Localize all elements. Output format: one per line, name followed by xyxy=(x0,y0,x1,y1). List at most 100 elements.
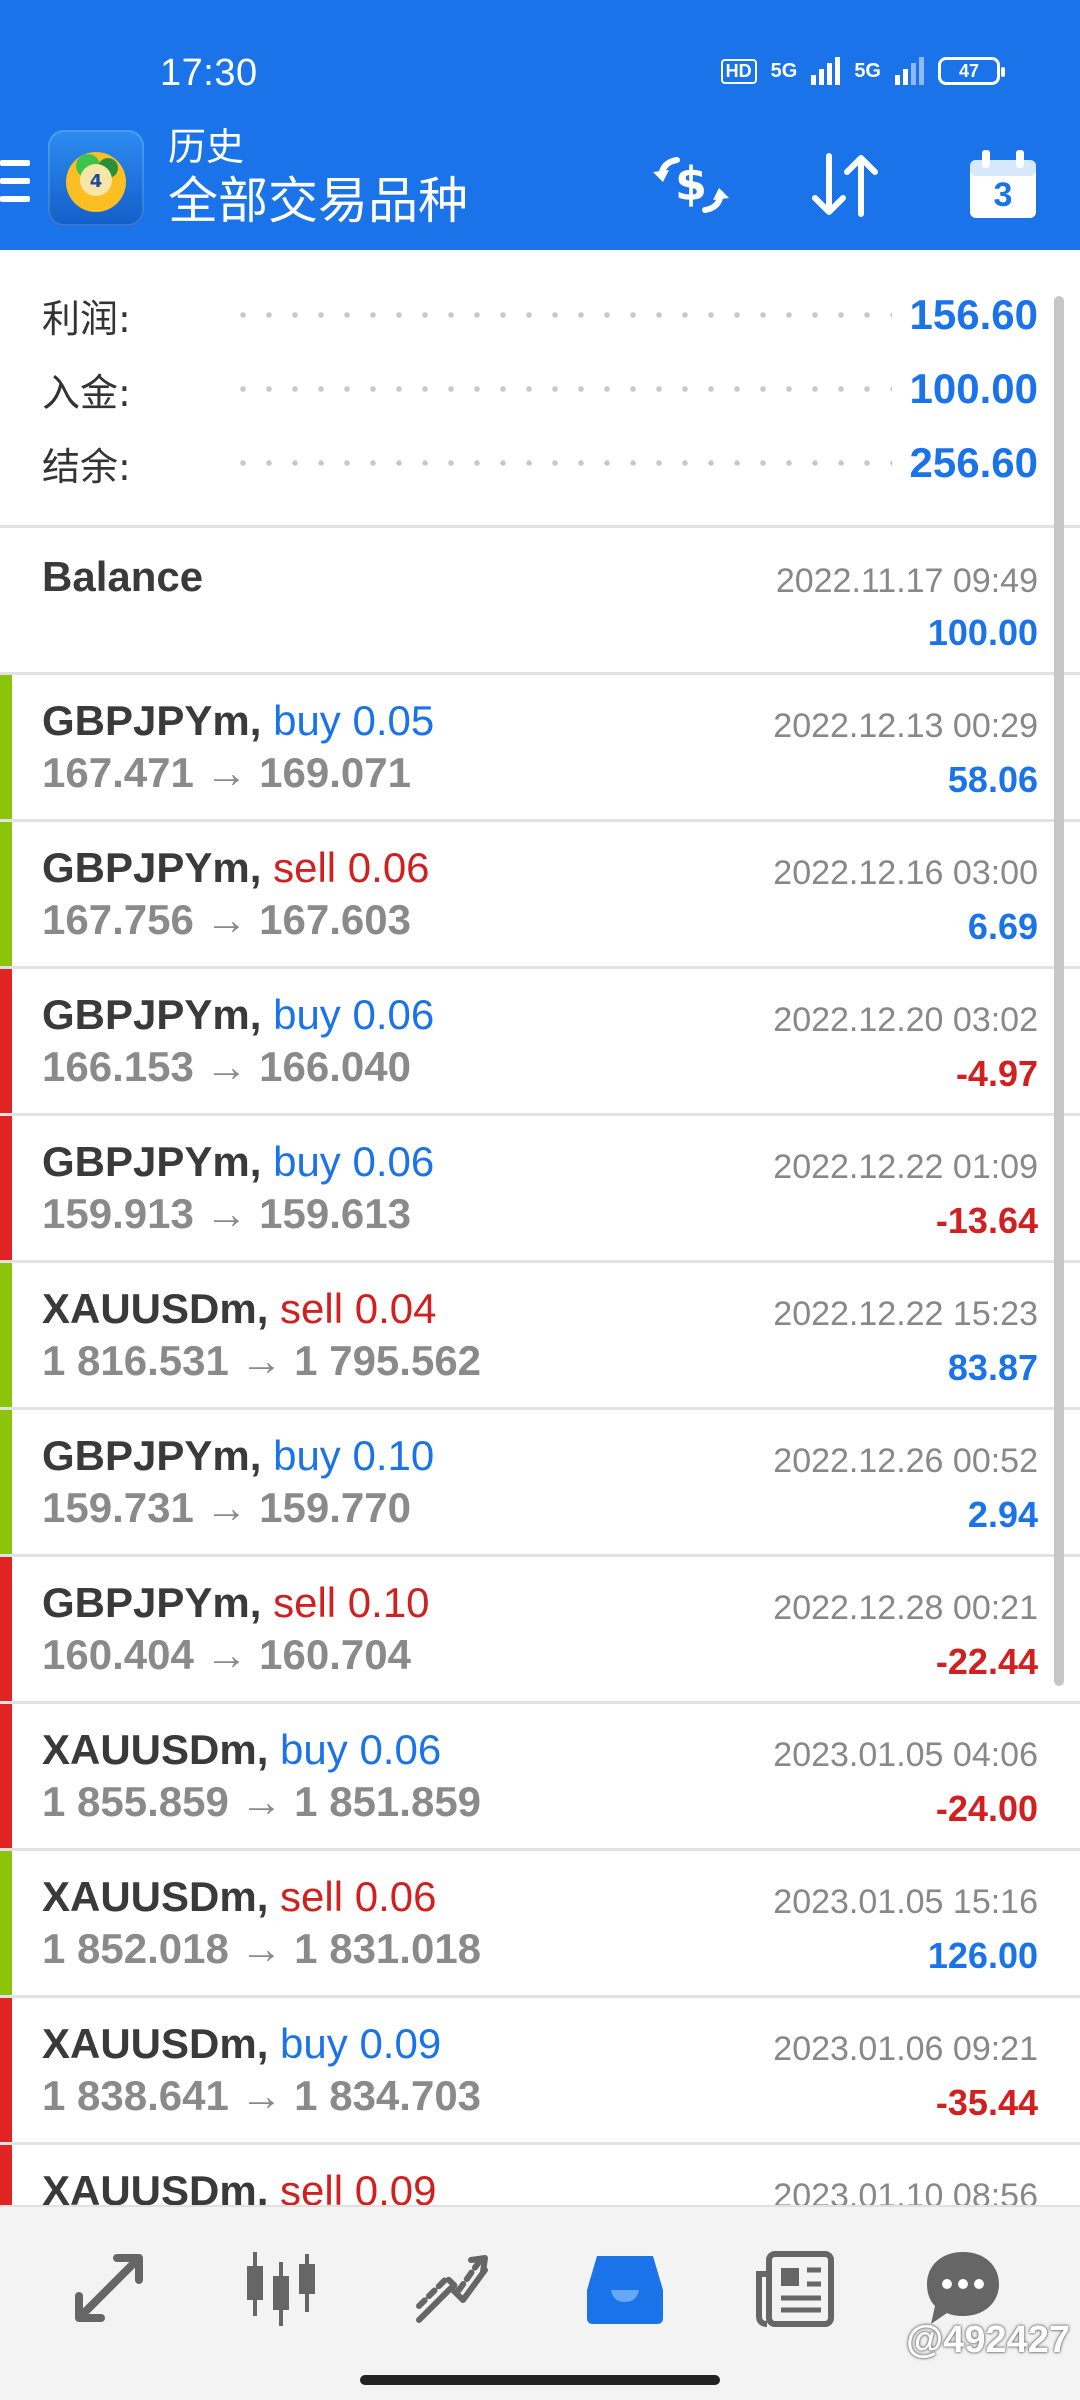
profit-indicator-bar xyxy=(0,1263,12,1407)
battery-level: 47 xyxy=(958,60,980,81)
trade-prices: 160.404 → 160.704 xyxy=(42,1631,411,1678)
dotted-leader xyxy=(230,428,892,498)
trade-symbol: XAUUSDm, xyxy=(42,1726,269,1773)
sort-icon[interactable] xyxy=(800,140,890,230)
trade-title: GBPJPYm, sell 0.06 xyxy=(42,844,430,892)
chart-icon[interactable] xyxy=(236,2243,326,2333)
trade-row[interactable]: GBPJPYm, sell 0.10 160.404 → 160.704 2022.… xyxy=(0,1557,1080,1704)
bottom-nav: @492427 xyxy=(0,2205,1080,2400)
scrollbar[interactable] xyxy=(1054,296,1064,1686)
status-time: 17:30 xyxy=(160,52,258,94)
trade-date: 2023.01.10 08:56 xyxy=(773,2177,1038,2205)
exchange-dollar-icon[interactable]: $ xyxy=(646,140,736,230)
balance-entry-amount: 100.00 xyxy=(927,612,1038,653)
home-indicator[interactable] xyxy=(360,2375,720,2385)
watermark: @492427 xyxy=(906,2319,1070,2361)
hd-badge: HD xyxy=(720,58,757,84)
profit-label: 利润: xyxy=(42,296,131,341)
trade-icon[interactable] xyxy=(408,2243,498,2333)
trade-symbol: GBPJPYm, xyxy=(42,1579,262,1626)
trade-row[interactable]: GBPJPYm, buy 0.05 167.471 → 169.071 2022.1… xyxy=(0,675,1080,822)
menu-icon[interactable] xyxy=(0,156,30,206)
trade-prices: 159.731 → 159.770 xyxy=(42,1484,411,1531)
svg-text:4: 4 xyxy=(90,171,103,192)
trade-title: XAUUSDm, buy 0.06 xyxy=(42,1726,441,1774)
trade-volume: 0.09 xyxy=(354,2167,437,2205)
trade-row[interactable]: GBPJPYm, buy 0.10 159.731 → 159.770 2022.1… xyxy=(0,1410,1080,1557)
calendar-day: 3 xyxy=(993,176,1013,214)
trade-symbol: XAUUSDm, xyxy=(42,1285,269,1332)
page-title[interactable]: 全部交易品种 xyxy=(168,170,468,232)
trade-date: 2022.12.22 15:23 xyxy=(773,1295,1038,1333)
profit-indicator-bar xyxy=(0,1851,12,1995)
trade-list[interactable]: GBPJPYm, buy 0.05 167.471 → 169.071 2022.1… xyxy=(0,675,1080,2205)
header: 17:30 HD 5G 5G 47 4 历史 全部交易品种 $ 3 xyxy=(0,0,1080,250)
trade-side: buy xyxy=(273,1138,341,1185)
balance-label: 结余: xyxy=(42,444,131,489)
trade-profit: 126.00 xyxy=(927,1935,1038,1976)
trade-profit: 6.69 xyxy=(967,906,1038,947)
trade-side: sell xyxy=(273,844,337,891)
balance-entry-date: 2022.11.17 09:49 xyxy=(775,562,1038,600)
trade-symbol: GBPJPYm, xyxy=(42,844,262,891)
summary-panel: 利润: 156.60 入金: 100.00 结余: 256.60 xyxy=(0,250,1080,528)
trade-row[interactable]: XAUUSDm, buy 0.09 1 838.641 → 1 834.703 20… xyxy=(0,1998,1080,2145)
trade-profit: 83.87 xyxy=(947,1347,1038,1388)
trade-title: GBPJPYm, buy 0.06 xyxy=(42,1138,434,1186)
trade-prices: 159.913 → 159.613 xyxy=(42,1190,411,1237)
trade-volume: 0.10 xyxy=(352,1432,435,1479)
trade-symbol: GBPJPYm, xyxy=(42,697,262,744)
trade-row[interactable]: XAUUSDm, buy 0.06 1 855.859 → 1 851.859 20… xyxy=(0,1704,1080,1851)
trade-symbol: GBPJPYm, xyxy=(42,1138,262,1185)
dotted-leader xyxy=(230,280,892,350)
trade-side: sell xyxy=(280,2167,344,2205)
trade-row[interactable]: GBPJPYm, buy 0.06 159.913 → 159.613 2022.1… xyxy=(0,1116,1080,1263)
trade-date: 2023.01.06 09:21 xyxy=(773,2030,1038,2068)
trade-volume: 0.09 xyxy=(359,2020,442,2067)
trade-symbol: GBPJPYm, xyxy=(42,991,262,1038)
profit-indicator-bar xyxy=(0,675,12,819)
trade-prices: 166.153 → 166.040 xyxy=(42,1043,411,1090)
trade-row[interactable]: XAUUSDm, sell 0.04 1 816.531 → 1 795.562 2… xyxy=(0,1263,1080,1410)
trade-date: 2022.12.28 00:21 xyxy=(773,1589,1038,1627)
profit-indicator-bar xyxy=(0,2145,12,2205)
trade-title: XAUUSDm, sell 0.04 xyxy=(42,1285,437,1333)
signal-icon xyxy=(811,57,841,85)
signal-icon-2 xyxy=(895,57,924,85)
title-block: 历史 全部交易品种 xyxy=(168,124,468,232)
history-icon[interactable] xyxy=(580,2243,670,2333)
trade-profit: -22.44 xyxy=(935,1641,1038,1682)
trade-profit: 58.06 xyxy=(947,759,1038,800)
trade-profit: -35.44 xyxy=(935,2082,1038,2123)
trade-side: buy xyxy=(280,2020,348,2067)
balance-entry[interactable]: Balance 2022.11.17 09:49 100.00 xyxy=(0,528,1080,675)
status-bar: 17:30 HD 5G 5G 47 xyxy=(0,0,1080,120)
trade-date: 2022.12.26 00:52 xyxy=(773,1442,1038,1480)
summary-row-balance: 结余: 256.60 xyxy=(42,428,1038,498)
deposit-label: 入金: xyxy=(42,370,131,415)
trade-symbol: XAUUSDm, xyxy=(42,2167,269,2205)
trade-side: buy xyxy=(280,1726,348,1773)
profit-indicator-bar xyxy=(0,969,12,1113)
trade-prices: 167.756 → 167.603 xyxy=(42,896,411,943)
quotes-icon[interactable] xyxy=(64,2243,154,2333)
trade-row[interactable]: XAUUSDm, sell 0.06 1 852.018 → 1 831.018 2… xyxy=(0,1851,1080,1998)
trade-row[interactable]: GBPJPYm, buy 0.06 166.153 → 166.040 2022.1… xyxy=(0,969,1080,1116)
summary-row-deposit: 入金: 100.00 xyxy=(42,354,1038,424)
app-root: 17:30 HD 5G 5G 47 4 历史 全部交易品种 $ 3 利润: 15… xyxy=(0,0,1080,2400)
trade-row[interactable]: GBPJPYm, sell 0.06 167.756 → 167.603 2022.… xyxy=(0,822,1080,969)
trade-side: buy xyxy=(273,697,341,744)
news-icon[interactable] xyxy=(752,2243,842,2333)
trade-title: XAUUSDm, sell 0.06 xyxy=(42,1873,437,1921)
page-title-small: 历史 xyxy=(168,125,245,169)
trade-title: GBPJPYm, buy 0.05 xyxy=(42,697,434,745)
trade-symbol: XAUUSDm, xyxy=(42,2020,269,2067)
dotted-leader xyxy=(230,354,892,424)
trade-title: GBPJPYm, sell 0.10 xyxy=(42,1579,430,1627)
battery-icon: 47 xyxy=(938,57,1005,85)
svg-text:$: $ xyxy=(675,157,707,211)
trade-date: 2022.12.13 00:29 xyxy=(773,707,1038,745)
trade-row[interactable]: XAUUSDm, sell 0.09 2023.01.10 08:56 xyxy=(0,2145,1080,2205)
trade-date: 2023.01.05 04:06 xyxy=(773,1736,1038,1774)
calendar-icon[interactable]: 3 xyxy=(958,140,1048,230)
